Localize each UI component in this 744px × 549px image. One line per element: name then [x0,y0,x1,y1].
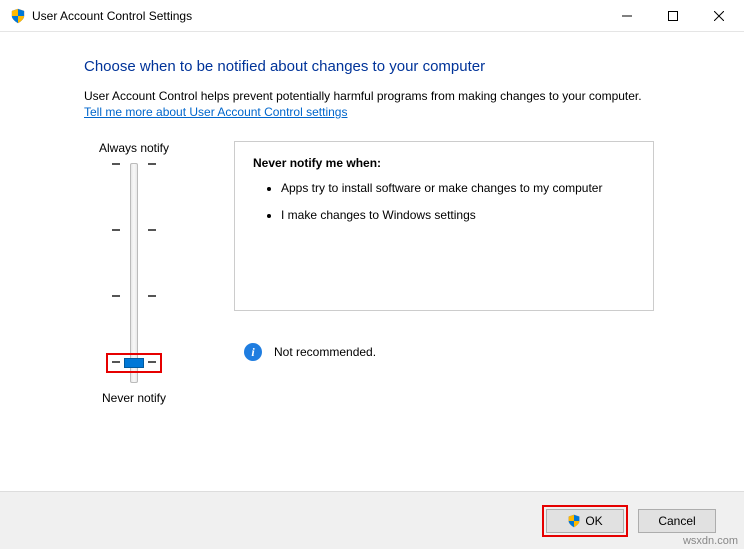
titlebar: User Account Control Settings [0,0,744,32]
setting-description-box: Never notify me when: Apps try to instal… [234,141,654,311]
minimize-button[interactable] [604,1,650,31]
close-button[interactable] [696,1,742,31]
slider-thumb[interactable] [124,358,144,368]
cancel-button-label: Cancel [658,514,695,528]
info-icon: i [244,343,262,361]
slider-track[interactable] [104,163,164,383]
description-bullet: I make changes to Windows settings [281,207,635,224]
cancel-button[interactable]: Cancel [638,509,716,533]
recommendation-text: Not recommended. [274,345,376,359]
uac-shield-icon [10,8,26,24]
page-heading: Choose when to be notified about changes… [84,58,710,75]
ok-button-label: OK [585,514,602,528]
slider-top-label: Always notify [99,141,169,155]
content-area: Choose when to be notified about changes… [0,32,744,415]
notification-slider: Always notify Never notify [84,141,184,405]
learn-more-link[interactable]: Tell me more about User Account Control … [84,105,347,119]
recommendation-row: i Not recommended. [234,343,710,361]
window-title: User Account Control Settings [32,9,604,23]
ok-button-highlight: OK [542,505,628,537]
dialog-footer: OK Cancel [0,491,744,549]
ok-button[interactable]: OK [546,509,624,533]
description-bullet: Apps try to install software or make cha… [281,180,635,197]
slider-thumb-highlight [106,353,162,373]
description-text: User Account Control helps prevent poten… [84,89,710,103]
maximize-button[interactable] [650,1,696,31]
slider-bottom-label: Never notify [102,391,166,405]
watermark: wsxdn.com [683,535,738,547]
description-title: Never notify me when: [253,156,635,170]
uac-shield-icon [567,514,581,528]
